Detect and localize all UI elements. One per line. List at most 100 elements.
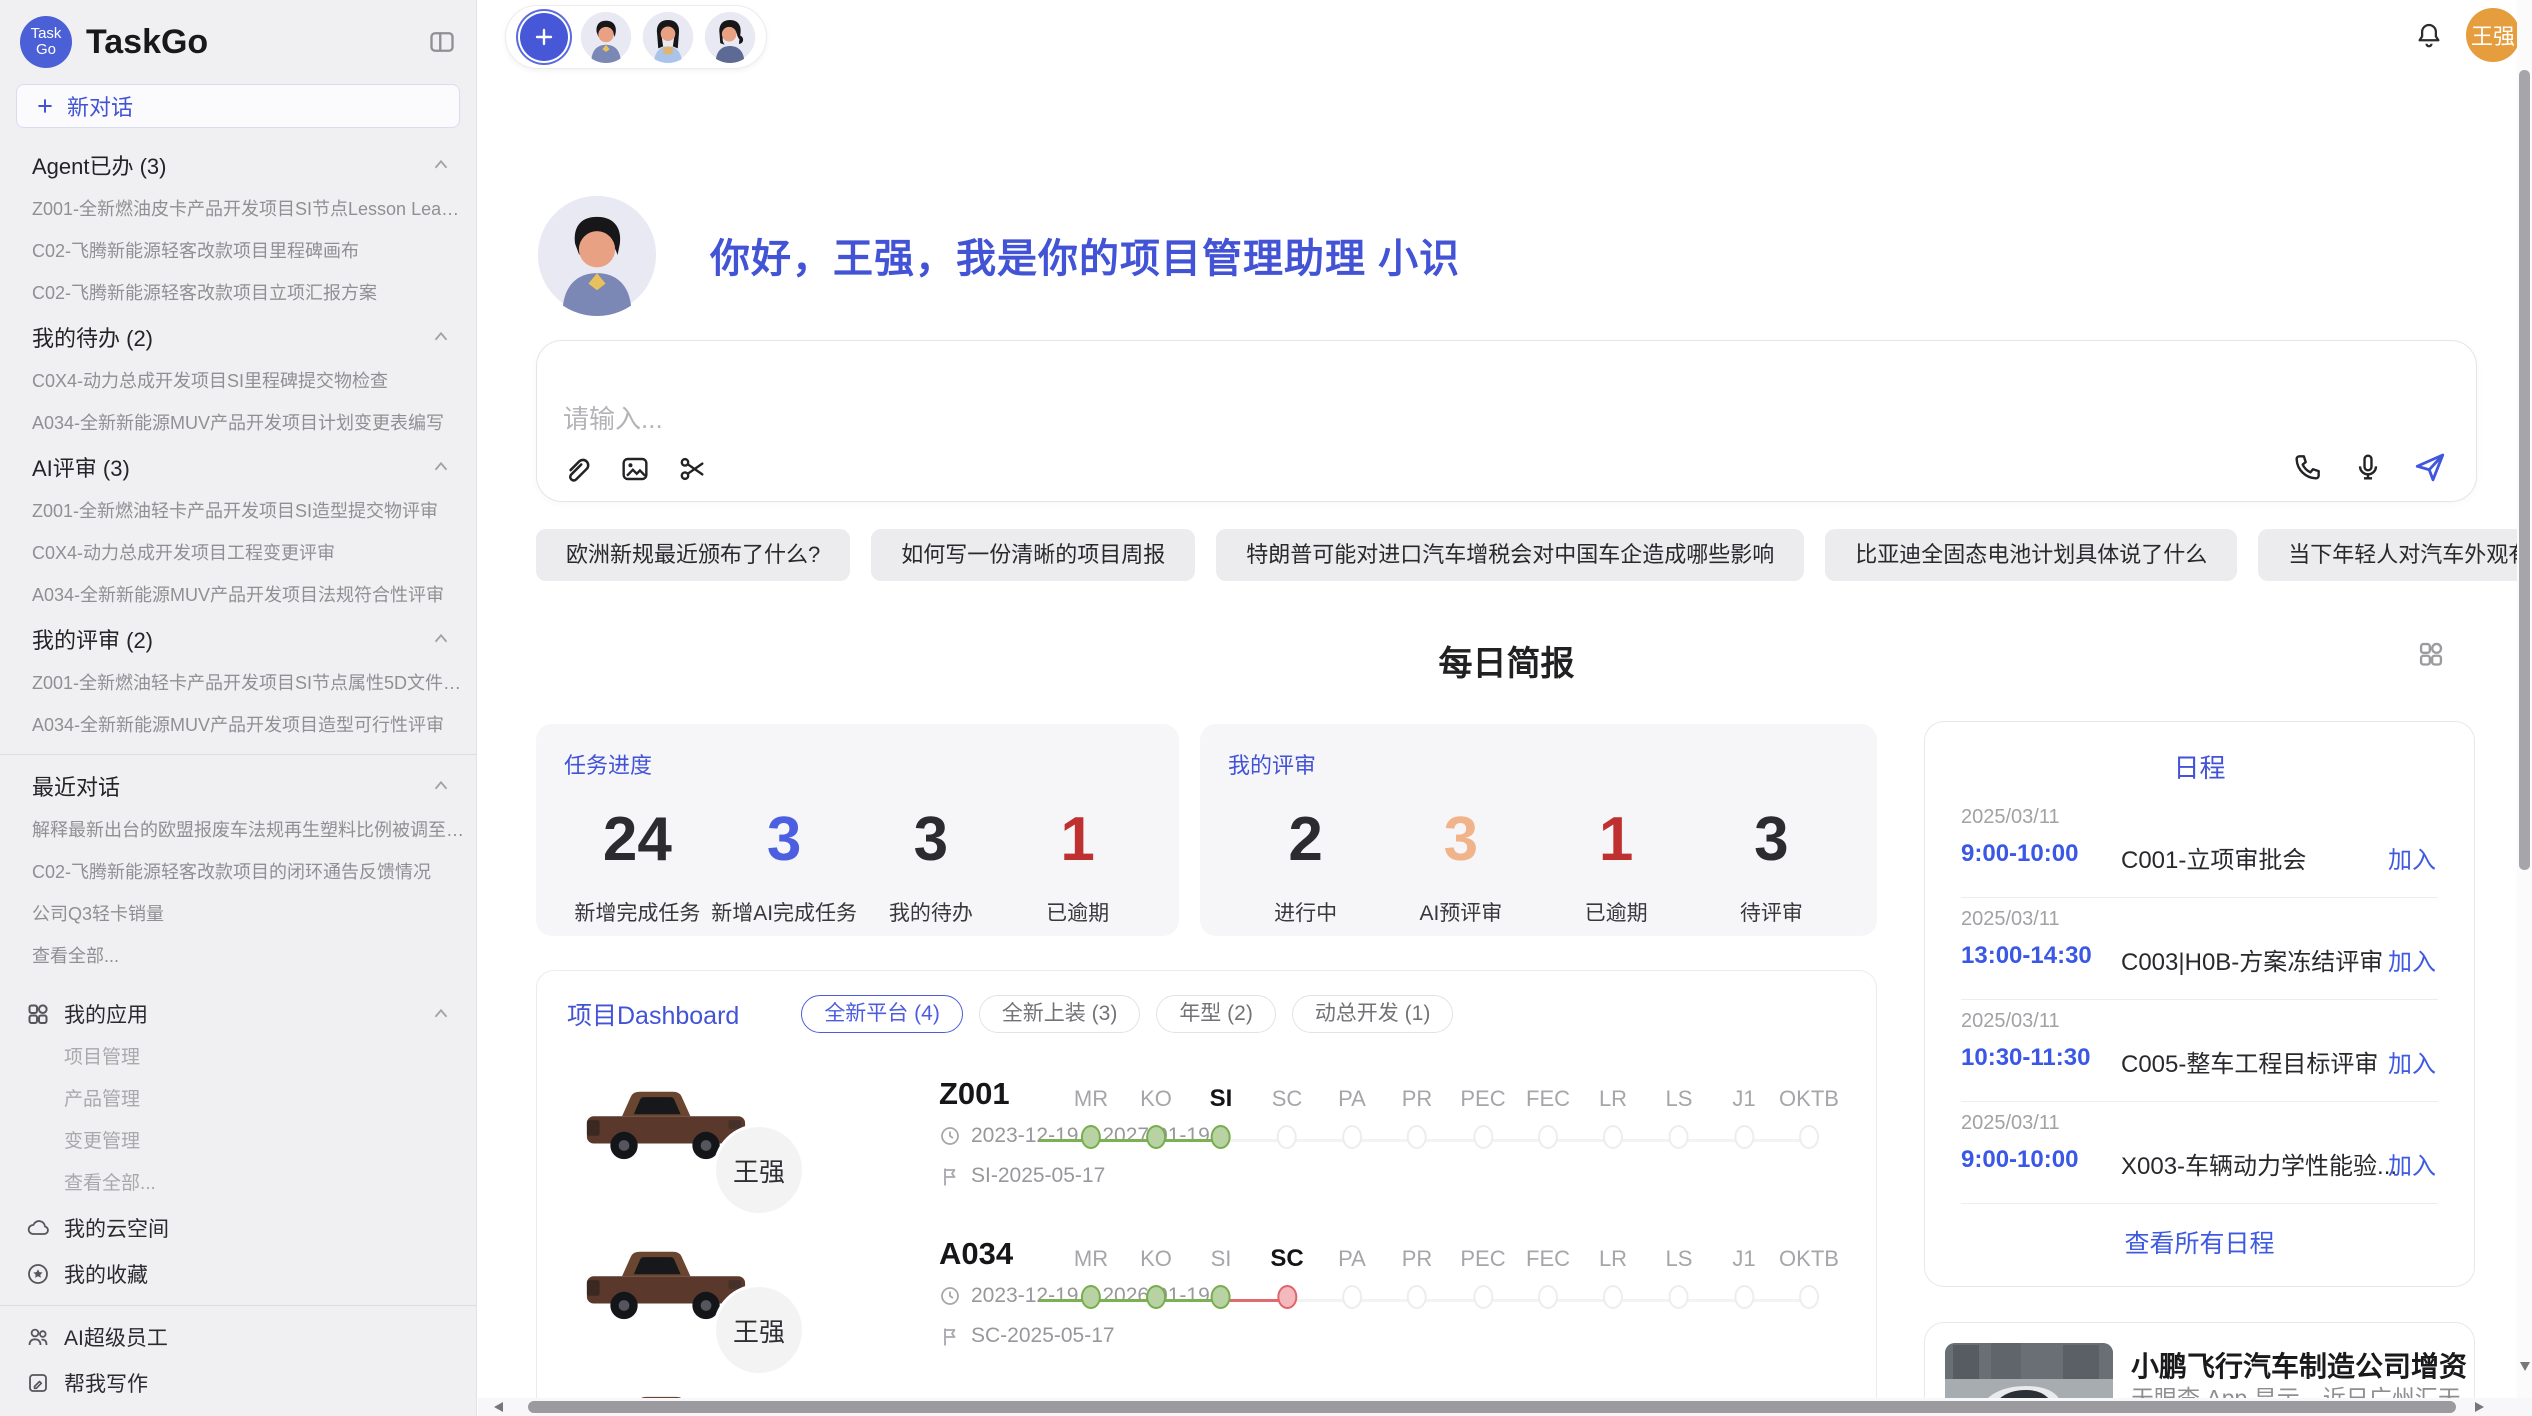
project-owner-badge: 王强 xyxy=(713,1124,805,1216)
chat-input-box[interactable] xyxy=(536,340,2477,502)
collapse-sidebar-icon[interactable] xyxy=(428,28,456,56)
vertical-scrollbar[interactable] xyxy=(2517,0,2532,1398)
sidebar-app-product-mgmt[interactable]: 产品管理 xyxy=(0,1079,476,1121)
scissors-icon[interactable] xyxy=(677,453,709,485)
horizontal-scroll-thumb[interactable] xyxy=(528,1401,2456,1413)
sidebar-item-my-apps[interactable]: 我的应用 xyxy=(0,991,476,1037)
phone-icon[interactable] xyxy=(2292,451,2324,483)
section-title: Agent已办 (3) xyxy=(32,149,167,181)
agent-avatar-3[interactable] xyxy=(704,11,756,63)
divider xyxy=(1961,1203,2438,1204)
event-time: 9:00-10:00 xyxy=(1961,840,2078,868)
milestone-dot-todo xyxy=(1538,1285,1558,1309)
filter-new-body[interactable]: 全新上装 (3) xyxy=(979,995,1141,1033)
milestone-dot-done xyxy=(1081,1285,1101,1309)
send-icon[interactable] xyxy=(2412,449,2448,485)
scroll-down-arrow[interactable] xyxy=(2520,1362,2530,1371)
chevron-up-icon xyxy=(430,775,452,797)
sidebar-item[interactable]: Z001-全新燃油轻卡产品开发项目SI节点属性5D文件评审 xyxy=(0,662,476,704)
suggestion-chip[interactable]: 特朗普可能对进口汽车增税会对中国车企造成哪些影响 xyxy=(1216,529,1804,581)
milestone-dot-todo xyxy=(1342,1285,1362,1309)
join-link[interactable]: 加入 xyxy=(2388,942,2436,977)
sidebar-item[interactable]: C0X4-动力总成开发项目工程变更评审 xyxy=(0,532,476,574)
scroll-left-arrow[interactable] xyxy=(494,1402,503,1412)
join-link[interactable]: 加入 xyxy=(2388,1044,2436,1079)
suggestion-chip[interactable]: 比亚迪全固态电池计划具体说了什么 xyxy=(1825,529,2237,581)
suggestion-chip[interactable]: 当下年轻人对汽车外观有怎样的喜好趋势 xyxy=(2258,529,2532,581)
join-link[interactable]: 加入 xyxy=(2388,1146,2436,1181)
logo-line2: Go xyxy=(36,42,56,58)
sidebar-item[interactable]: 公司Q3轻卡销量 xyxy=(0,893,476,935)
milestone-timeline: MR KO SI SC PA PR PEC FEC LR LS J1 OKTB xyxy=(1039,1066,1811,1216)
sidebar-item[interactable]: C02-飞腾新能源轻客改款项目的闭环通告反馈情况 xyxy=(0,851,476,893)
sidebar-item-ai-super-staff[interactable]: AI超级员工 xyxy=(0,1314,476,1360)
agent-avatar-2[interactable] xyxy=(642,11,694,63)
sidebar-app-change-mgmt[interactable]: 变更管理 xyxy=(0,1121,476,1163)
divider xyxy=(0,754,476,755)
sidebar-app-view-all[interactable]: 查看全部... xyxy=(0,1163,476,1205)
notification-bell-icon[interactable] xyxy=(2414,20,2444,50)
sidebar-section-my-todo[interactable]: 我的待办 (2) xyxy=(0,314,476,360)
sidebar-item[interactable]: Z001-全新燃油轻卡产品开发项目SI造型提交物评审 xyxy=(0,490,476,532)
sidebar-section-agent-done[interactable]: Agent已办 (3) xyxy=(0,142,476,188)
sidebar-item[interactable]: Z001-全新燃油皮卡产品开发项目SI节点Lesson Learn报告 xyxy=(0,188,476,230)
cloud-icon xyxy=(26,1216,50,1240)
sidebar-section-ai-review[interactable]: AI评审 (3) xyxy=(0,444,476,490)
stat-pending-review: 3 待评审 xyxy=(1694,804,1849,927)
suggestion-chip[interactable]: 如何写一份清晰的项目周报 xyxy=(871,529,1195,581)
section-title: 最近对话 xyxy=(32,770,120,802)
filter-new-platform[interactable]: 全新平台 (4) xyxy=(801,995,963,1033)
mic-icon[interactable] xyxy=(2352,451,2384,483)
chat-input[interactable] xyxy=(563,399,2063,439)
project-row-z001[interactable]: 王强 Z001 2023-12-19 ~ 2027-01-19 SI-2025-… xyxy=(537,1066,1876,1216)
sidebar-item-help-me-write[interactable]: 帮我写作 xyxy=(0,1360,476,1406)
milestone-dot-todo xyxy=(1407,1285,1427,1309)
view-all-schedule-link[interactable]: 查看所有日程 xyxy=(1925,1224,2474,1260)
join-link[interactable]: 加入 xyxy=(2388,840,2436,875)
milestone-dot-todo xyxy=(1603,1285,1623,1309)
app-window: Task Go TaskGo 新对话 Agent已办 (3) Z001-全新燃油… xyxy=(0,0,2532,1416)
event-name: C005-整车工程目标评审 xyxy=(2121,1044,2401,1079)
sidebar-item[interactable]: A034-全新新能源MUV产品开发项目造型可行性评审 xyxy=(0,704,476,746)
horizontal-scrollbar[interactable] xyxy=(478,1398,2532,1416)
add-agent-button[interactable] xyxy=(520,13,568,61)
sidebar-item[interactable]: C02-飞腾新能源轻客改款项目里程碑画布 xyxy=(0,230,476,272)
vertical-scroll-thumb[interactable] xyxy=(2519,70,2530,870)
sidebar-item[interactable]: C0X4-动力总成开发项目SI里程碑提交物检查 xyxy=(0,360,476,402)
sidebar-item-my-favorites[interactable]: 我的收藏 xyxy=(0,1251,476,1297)
suggestion-chip[interactable]: 欧洲新规最近颁布了什么? xyxy=(536,529,850,581)
section-title: 我的待办 (2) xyxy=(32,321,153,353)
sidebar-item[interactable]: C02-飞腾新能源轻客改款项目立项汇报方案 xyxy=(0,272,476,314)
project-row-a034[interactable]: 王强 A034 2023-12-19 ~ 2026-01-19 SC-2025-… xyxy=(537,1226,1876,1376)
image-icon[interactable] xyxy=(619,453,651,485)
scroll-right-arrow[interactable] xyxy=(2475,1402,2484,1412)
ai-super-staff-label: AI超级员工 xyxy=(64,1322,452,1352)
sidebar-item[interactable]: 解释最新出台的欧盟报废车法规再生塑料比例被调至15%... xyxy=(0,809,476,851)
sidebar-item-my-cloud[interactable]: 我的云空间 xyxy=(0,1205,476,1251)
sidebar-section-my-review[interactable]: 我的评审 (2) xyxy=(0,616,476,662)
sidebar-item[interactable]: A034-全新新能源MUV产品开发项目法规符合性评审 xyxy=(0,574,476,616)
filter-model-year[interactable]: 年型 (2) xyxy=(1156,995,1276,1033)
milestone-dot-todo xyxy=(1342,1125,1362,1149)
my-apps-label: 我的应用 xyxy=(64,999,416,1029)
filter-powertrain[interactable]: 动总开发 (1) xyxy=(1292,995,1454,1033)
user-avatar[interactable]: 王强 xyxy=(2466,8,2520,62)
stat-overdue: 1 已逾期 xyxy=(1004,804,1151,927)
new-chat-button[interactable]: 新对话 xyxy=(16,84,460,128)
stat-ai-prereview: 3 AI预评审 xyxy=(1383,804,1538,927)
layout-grid-icon[interactable] xyxy=(2417,640,2445,668)
attachment-icon[interactable] xyxy=(561,453,593,485)
sidebar-app-project-mgmt[interactable]: 项目管理 xyxy=(0,1037,476,1079)
clock-icon xyxy=(939,1285,961,1307)
sidebar-item-creative-drawing[interactable]: 创意制图 xyxy=(0,1406,476,1416)
chevron-up-icon xyxy=(430,628,452,650)
sidebar-section-recent[interactable]: 最近对话 xyxy=(0,763,476,809)
sidebar-item[interactable]: A034-全新新能源MUV产品开发项目计划变更表编写 xyxy=(0,402,476,444)
milestone-dot-todo xyxy=(1669,1125,1689,1149)
event-name: X003-车辆动力学性能验... xyxy=(2121,1146,2401,1181)
chevron-up-icon xyxy=(430,154,452,176)
agent-avatar-1[interactable] xyxy=(580,11,632,63)
schedule-event: 2025/03/11 10:30-11:30 C005-整车工程目标评审 加入 xyxy=(1925,1000,2474,1102)
milestone-dot-todo xyxy=(1734,1285,1754,1309)
sidebar-item-view-all[interactable]: 查看全部... xyxy=(0,935,476,977)
